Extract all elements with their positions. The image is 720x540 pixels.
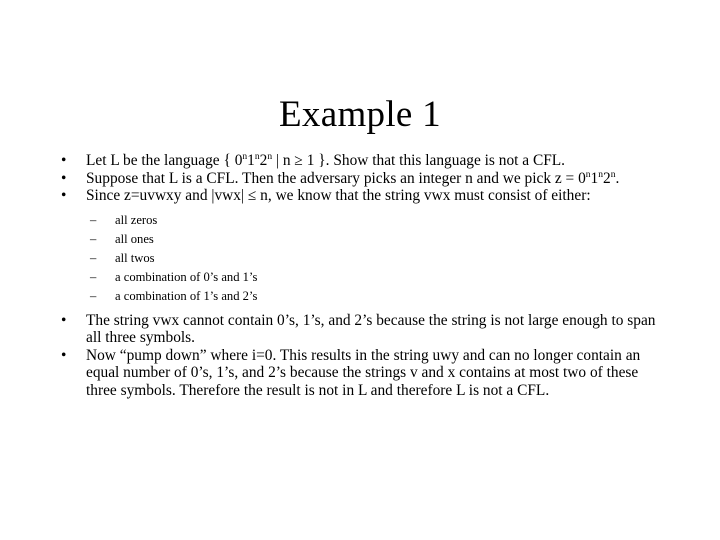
list-item-text: all zeros	[115, 212, 158, 227]
text-run: 2	[603, 169, 611, 187]
bullet-list-level-1: • Let L be the language { 0n1n2n | n ≥ 1…	[56, 152, 672, 399]
text-run: .	[615, 169, 620, 187]
list-item-text: Suppose that L is a CFL. Then the advers…	[86, 169, 620, 187]
bullet-marker-icon: •	[61, 152, 67, 169]
text-run: | n ≥ 1 }. Show that this language is no…	[272, 152, 566, 169]
text-run: Let L be the language { 0	[86, 152, 243, 169]
list-item: • Suppose that L is a CFL. Then the adve…	[56, 169, 672, 188]
dash-marker-icon: –	[90, 250, 97, 265]
bullet-marker-icon: •	[61, 311, 67, 329]
list-item: • Since z=uvwxy and |vwx| ≤ n, we know t…	[56, 187, 672, 205]
list-item: – all zeros	[90, 211, 672, 230]
slide: Example 1 • Let L be the language { 0n1n…	[0, 0, 720, 540]
list-item-text: a combination of 1’s and 2’s	[115, 288, 258, 303]
slide-body: • Let L be the language { 0n1n2n | n ≥ 1…	[56, 152, 672, 399]
list-item: – a combination of 0’s and 1’s	[90, 268, 672, 287]
dash-marker-icon: –	[90, 231, 97, 246]
list-item: • Now “pump down” where i=0. This result…	[56, 347, 672, 400]
list-item-text: a combination of 0’s and 1’s	[115, 269, 258, 284]
dash-marker-icon: –	[90, 269, 97, 284]
list-item-text: Since z=uvwxy and |vwx| ≤ n, we know tha…	[86, 187, 591, 204]
dash-marker-icon: –	[90, 212, 97, 227]
page-title: Example 1	[279, 93, 441, 135]
list-item-text: all twos	[115, 250, 155, 265]
list-item-text: Now “pump down” where i=0. This results …	[86, 346, 641, 399]
list-item: – all ones	[90, 230, 672, 249]
list-item: • The string vwx cannot contain 0’s, 1’s…	[56, 312, 672, 347]
dash-marker-icon: –	[90, 288, 97, 303]
list-item-text: Let L be the language { 0n1n2n | n ≥ 1 }…	[86, 152, 565, 169]
bullet-marker-icon: •	[61, 169, 67, 187]
text-run: Suppose that L is a CFL. Then the advers…	[86, 169, 586, 187]
list-item-text: The string vwx cannot contain 0’s, 1’s, …	[86, 311, 656, 347]
text-run: 1	[247, 152, 255, 169]
list-item-text: all ones	[115, 231, 154, 246]
bullet-marker-icon: •	[61, 187, 67, 204]
bullet-marker-icon: •	[61, 346, 67, 364]
bullet-list-level-2: – all zeros – all ones – all twos – a co…	[56, 211, 672, 306]
list-item: – a combination of 1’s and 2’s	[90, 287, 672, 306]
sub-list-container: – all zeros – all ones – all twos – a co…	[56, 211, 672, 306]
list-item: • Let L be the language { 0n1n2n | n ≥ 1…	[56, 152, 672, 170]
list-item: – all twos	[90, 249, 672, 268]
